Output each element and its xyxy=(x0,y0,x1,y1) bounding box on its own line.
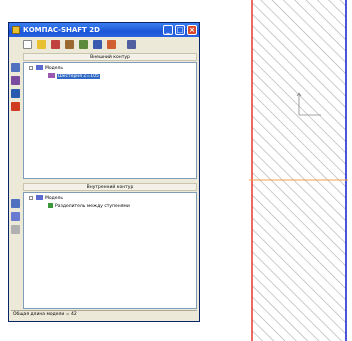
tools-icon[interactable] xyxy=(65,40,74,49)
tree-node-model[interactable]: Модель xyxy=(36,195,63,202)
inner-contour-header: Внутренний контур xyxy=(23,183,197,191)
app-icon xyxy=(12,26,20,34)
assembly-icon[interactable] xyxy=(11,89,20,98)
gray-step-icon[interactable] xyxy=(11,225,20,234)
shaft-drawing xyxy=(249,0,348,341)
minimize-button[interactable]: _ xyxy=(163,25,173,35)
open-folder-icon[interactable] xyxy=(37,40,46,49)
collapse-toggle[interactable] xyxy=(29,66,33,70)
step-icon[interactable] xyxy=(11,199,20,208)
collapse-toggle[interactable] xyxy=(29,196,33,200)
outer-contour-tree[interactable]: Модель Шестерня Z=105 xyxy=(23,62,197,179)
separator-icon xyxy=(48,203,53,208)
step-icon[interactable] xyxy=(11,63,20,72)
gear-icon xyxy=(48,73,55,78)
tree-node-gear[interactable]: Шестерня Z=105 xyxy=(48,73,100,80)
dimension-icon[interactable] xyxy=(11,102,20,111)
gear-icon[interactable] xyxy=(107,40,116,49)
app-window: КОМПАС-SHAFT 2D _ □ × Внешний контур Мод… xyxy=(8,22,200,322)
outer-side-toolbar xyxy=(11,63,21,115)
inner-side-toolbar xyxy=(11,199,21,238)
window-title: КОМПАС-SHAFT 2D xyxy=(23,26,100,34)
hatch-area xyxy=(252,0,346,341)
bore-icon[interactable] xyxy=(11,212,20,221)
layers-icon[interactable] xyxy=(51,40,60,49)
toolbar xyxy=(11,39,197,51)
outer-contour-header: Внешний контур xyxy=(23,53,197,61)
status-bar: Общая длина модели = 42 xyxy=(11,310,197,319)
shaft-icon[interactable] xyxy=(93,40,102,49)
settings-icon[interactable] xyxy=(79,40,88,49)
maximize-button[interactable]: □ xyxy=(175,25,185,35)
gear-icon[interactable] xyxy=(11,76,20,85)
blueprint-icon[interactable] xyxy=(127,40,136,49)
tree-node-separator[interactable]: Разделитель между ступенями xyxy=(48,203,130,210)
tree-node-model[interactable]: Модель xyxy=(36,65,63,72)
inner-contour-tree[interactable]: Модель Разделитель между ступенями xyxy=(23,192,197,309)
new-file-icon[interactable] xyxy=(23,40,32,49)
close-button[interactable]: × xyxy=(187,25,197,35)
title-bar: КОМПАС-SHAFT 2D _ □ × xyxy=(9,23,199,37)
model-icon xyxy=(36,65,43,70)
model-icon xyxy=(36,195,43,200)
